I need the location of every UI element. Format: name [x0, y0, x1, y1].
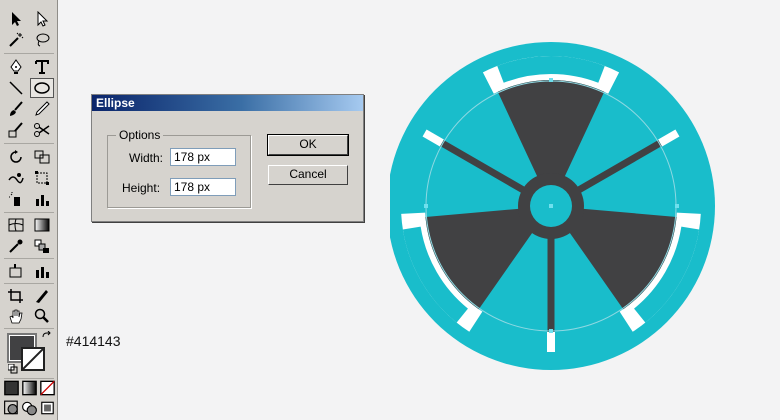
- draw-normal-button[interactable]: [3, 399, 20, 417]
- free-transform-icon: [35, 171, 49, 185]
- direct-selection-arrow-icon: [37, 11, 49, 27]
- pencil-tool[interactable]: [30, 99, 54, 119]
- ellipse-dialog: Ellipse Options Width: Height: OK Cancel: [91, 94, 364, 222]
- bottom-anchor-handle[interactable]: [549, 329, 553, 333]
- selection-arrow-icon: [12, 12, 21, 26]
- blob-brush-tool[interactable]: [4, 120, 28, 140]
- scissors-icon: [34, 123, 50, 137]
- dialog-title[interactable]: Ellipse: [92, 95, 363, 111]
- none-mode-button[interactable]: [39, 380, 56, 396]
- tools-panel: [0, 0, 58, 420]
- pen-tool[interactable]: [4, 57, 28, 77]
- magic-wand-icon: [9, 32, 24, 47]
- type-t-icon: [35, 60, 49, 74]
- lasso-tool[interactable]: [30, 30, 54, 50]
- lasso-icon: [36, 33, 50, 47]
- no-stroke-slash-icon: [23, 349, 43, 369]
- magic-wand-tool[interactable]: [4, 30, 28, 50]
- symbol-sprayer-tool[interactable]: [4, 189, 28, 209]
- zoom-tool[interactable]: [30, 306, 54, 326]
- scissors-tool[interactable]: [30, 120, 54, 140]
- left-anchor-handle[interactable]: [424, 204, 428, 208]
- warp-tool[interactable]: [4, 168, 28, 188]
- options-label: Options: [116, 128, 164, 142]
- scale-tool[interactable]: [30, 147, 54, 167]
- mesh-tool[interactable]: [4, 215, 28, 235]
- color-hex-readout: #414143: [66, 333, 121, 349]
- gradient-tool[interactable]: [30, 215, 54, 235]
- magnifier-icon: [34, 308, 49, 323]
- direct-selection-tool[interactable]: [30, 9, 54, 29]
- scale-icon: [34, 150, 50, 164]
- rotate-tool[interactable]: [4, 147, 28, 167]
- symbol-sprayer-icon: [9, 192, 20, 206]
- height-label: Height:: [122, 181, 161, 195]
- screen-mode-button[interactable]: [39, 399, 56, 417]
- crop-marks-icon: [8, 289, 23, 303]
- width-field[interactable]: [170, 148, 236, 166]
- knife-icon: [36, 290, 48, 303]
- gradient-mode-button[interactable]: [21, 380, 38, 396]
- color-mode-button[interactable]: [3, 380, 20, 396]
- blend-tool[interactable]: [30, 236, 54, 256]
- blob-brush-icon: [8, 122, 23, 138]
- gradient-icon: [34, 218, 50, 232]
- paintbrush-tool[interactable]: [4, 99, 28, 119]
- ok-button[interactable]: OK: [268, 135, 348, 155]
- slice-tool[interactable]: [4, 261, 28, 281]
- top-anchor-handle[interactable]: [549, 78, 553, 82]
- column-graph-icon: [36, 195, 49, 206]
- solid-color-icon: [4, 380, 19, 396]
- reel-artwork[interactable]: [390, 40, 720, 370]
- artboard-tool[interactable]: [30, 261, 54, 281]
- gradient-swatch-icon: [22, 380, 37, 396]
- artboard-icon: [36, 267, 49, 278]
- hand-tool[interactable]: [4, 306, 28, 326]
- default-colors-icon[interactable]: [8, 364, 18, 374]
- knife-tool[interactable]: [30, 286, 54, 306]
- type-tool[interactable]: [30, 57, 54, 77]
- pencil-icon: [35, 101, 50, 116]
- paintbrush-icon: [10, 101, 23, 116]
- ellipse-icon: [34, 82, 50, 94]
- free-transform-tool[interactable]: [30, 168, 54, 188]
- eyedropper-tool[interactable]: [4, 236, 28, 256]
- blend-icon: [34, 239, 49, 253]
- pen-nib-icon: [10, 59, 22, 74]
- draw-normal-icon: [4, 400, 18, 415]
- draw-behind-button[interactable]: [21, 399, 38, 417]
- rotate-icon: [10, 150, 22, 163]
- line-segment-icon: [9, 81, 23, 95]
- warp-finger-icon: [8, 173, 24, 184]
- line-tool[interactable]: [4, 78, 28, 98]
- right-anchor-handle[interactable]: [675, 204, 679, 208]
- width-label: Width:: [129, 151, 164, 165]
- graph-tool[interactable]: [30, 189, 54, 209]
- slice-knife-icon: [9, 264, 22, 278]
- stroke-color-swatch[interactable]: [21, 347, 45, 371]
- draw-behind-icon: [22, 401, 37, 416]
- screen-mode-icon: [41, 401, 54, 415]
- hand-icon: [9, 309, 23, 324]
- mesh-icon: [8, 218, 24, 232]
- none-slash-icon: [40, 380, 55, 396]
- swap-fill-stroke-icon[interactable]: [41, 331, 53, 343]
- crop-area-tool[interactable]: [4, 286, 28, 306]
- center-point-handle[interactable]: [549, 204, 553, 208]
- selection-tool[interactable]: [4, 9, 28, 29]
- height-field[interactable]: [170, 178, 236, 196]
- ellipse-tool[interactable]: [30, 78, 54, 98]
- eyedropper-icon: [9, 239, 23, 253]
- cancel-button[interactable]: Cancel: [268, 165, 348, 185]
- options-group: Options Width: Height:: [107, 128, 251, 208]
